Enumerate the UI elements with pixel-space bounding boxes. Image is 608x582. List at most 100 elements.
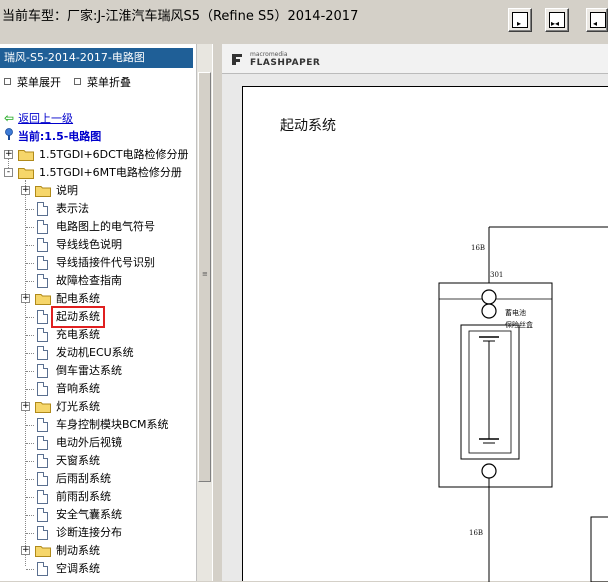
- next-component-box: [590, 516, 608, 582]
- document-icon: [37, 274, 48, 288]
- expand-icon[interactable]: +: [4, 150, 13, 159]
- tree-item-label: 充电系统: [56, 328, 100, 341]
- document-page: 起动系统 16B 301 蓄电池 保险丝盒 16B: [242, 86, 608, 582]
- tree-item-label: 前雨刮系统: [56, 490, 111, 503]
- tree-guide: [26, 209, 34, 210]
- battery-inner: [468, 330, 512, 454]
- wiring-diagram: 16B 301 蓄电池 保险丝盒 16B: [438, 226, 608, 582]
- folder-icon: [35, 546, 51, 557]
- tree-guide: [26, 371, 34, 372]
- document-icon: [37, 562, 48, 576]
- current-location: 当前:1.5-电路图: [4, 128, 101, 144]
- tree-item-label: 说明: [56, 184, 78, 197]
- collapse-icon[interactable]: -: [4, 168, 13, 177]
- tree-item-label: 1.5TGDI+6DCT电路检修分册: [39, 148, 189, 161]
- back-link[interactable]: ⇦ 返回上一级: [4, 110, 73, 126]
- fuse-terminal-bottom: [481, 463, 497, 479]
- document-icon: [37, 454, 48, 468]
- tree-item-label: 天窗系统: [56, 454, 100, 467]
- document-icon: [37, 472, 48, 486]
- sidebar: 瑞风-S5-2014-2017-电路图 菜单展开 菜单折叠 ⇦ 返回上一级 当前:…: [0, 44, 212, 581]
- pane-splitter[interactable]: [212, 44, 220, 581]
- document-icon: [37, 220, 48, 234]
- document-icon: [37, 202, 48, 216]
- document-icon: [37, 328, 48, 342]
- tree-guide: [26, 335, 34, 336]
- tree-item-label: 导线插接件代号识别: [56, 256, 155, 269]
- tree-guide: [26, 227, 34, 228]
- tree-guide: [26, 353, 34, 354]
- wire-top-label: 16B: [471, 244, 485, 252]
- document-icon: [37, 310, 48, 324]
- sidebar-scrollbar[interactable]: ≡: [196, 44, 212, 581]
- tree-guide: [26, 479, 34, 480]
- document-viewer: macromedia FLASHPAPER 起动系统 16B 301 蓄电池 保…: [222, 44, 608, 582]
- flashpaper-logo-icon: [232, 54, 242, 65]
- window-title: 当前车型：厂家:J-江淮汽车瑞风S5（Refine S5）2014-2017: [2, 9, 359, 24]
- tree-item-label: 诊断连接分布: [56, 526, 122, 539]
- tree-item-label: 发动机ECU系统: [56, 346, 134, 359]
- single-page-button[interactable]: ▸: [508, 8, 532, 32]
- document-area[interactable]: 起动系统 16B 301 蓄电池 保险丝盒 16B: [222, 74, 608, 582]
- scrollbar-thumb[interactable]: ≡: [198, 72, 211, 482]
- tree-item-label: 表示法: [56, 202, 89, 215]
- tree-guide: [26, 281, 34, 282]
- tree-guide: [26, 515, 34, 516]
- folder-icon: [35, 186, 51, 197]
- tree-guide: [26, 443, 34, 444]
- location-pin-icon: [5, 128, 13, 140]
- tree-item-label: 音响系统: [56, 382, 100, 395]
- expand-all-icon: [4, 78, 11, 85]
- tree-guide: [26, 497, 34, 498]
- document-icon: [37, 490, 48, 504]
- tree-item-label: 安全气囊系统: [56, 508, 122, 521]
- back-arrow-icon: ⇦: [4, 111, 15, 125]
- folder-icon: [18, 168, 34, 179]
- folder-icon: [18, 150, 34, 161]
- document-icon: [37, 256, 48, 270]
- collapse-all-button[interactable]: 菜单折叠: [74, 74, 131, 90]
- folder-icon: [35, 294, 51, 305]
- expand-icon[interactable]: +: [21, 186, 30, 195]
- tree-item-label: 故障检查指南: [56, 274, 122, 287]
- wire-bottom-label: 16B: [469, 529, 483, 537]
- tree-item-label: 电路图上的电气符号: [56, 220, 155, 233]
- tree-item-label: 导线线色说明: [56, 238, 122, 251]
- document-icon: [37, 364, 48, 378]
- tree-item-label: 灯光系统: [56, 400, 100, 413]
- tree-guide: [26, 425, 34, 426]
- tree-item-label: 1.5TGDI+6MT电路检修分册: [39, 166, 182, 179]
- fit-width-button[interactable]: ◂: [586, 8, 608, 32]
- document-icon: [37, 436, 48, 450]
- collapse-all-icon: [74, 78, 81, 85]
- expand-all-button[interactable]: 菜单展开: [4, 74, 61, 90]
- sidebar-header: 瑞风-S5-2014-2017-电路图: [0, 48, 193, 68]
- fuse-terminal-top-2: [481, 303, 497, 319]
- single-page-icon: ▸: [512, 12, 528, 28]
- tree-guide: [26, 389, 34, 390]
- grip-icon: ≡: [202, 270, 208, 278]
- document-icon: [37, 508, 48, 522]
- expand-icon[interactable]: +: [21, 294, 30, 303]
- tree-guide: [26, 533, 34, 534]
- tree-guide: [26, 245, 34, 246]
- tree-guide: [25, 180, 26, 566]
- tree-item-label: 配电系统: [56, 292, 100, 305]
- document-icon: [37, 238, 48, 252]
- document-icon: [37, 418, 48, 432]
- component-label-1: 蓄电池: [505, 308, 526, 317]
- fit-width-icon: ◂: [590, 12, 606, 28]
- expand-icon[interactable]: +: [21, 402, 30, 411]
- tree-guide: [26, 461, 34, 462]
- component-label-2: 保险丝盒: [505, 320, 533, 329]
- two-page-button[interactable]: ▸◂: [545, 8, 569, 32]
- flashpaper-toolbar: macromedia FLASHPAPER: [222, 44, 608, 74]
- tree-guide: [26, 263, 34, 264]
- tree-item-label: 制动系统: [56, 544, 100, 557]
- document-icon: [37, 526, 48, 540]
- expand-icon[interactable]: +: [21, 546, 30, 555]
- tree-guide: [26, 317, 34, 318]
- title-bar: 当前车型：厂家:J-江淮汽车瑞风S5（Refine S5）2014-2017 ▸…: [0, 0, 608, 38]
- selected-tree-label: 起动系统: [51, 306, 105, 328]
- brand-big-text: FLASHPAPER: [250, 58, 321, 68]
